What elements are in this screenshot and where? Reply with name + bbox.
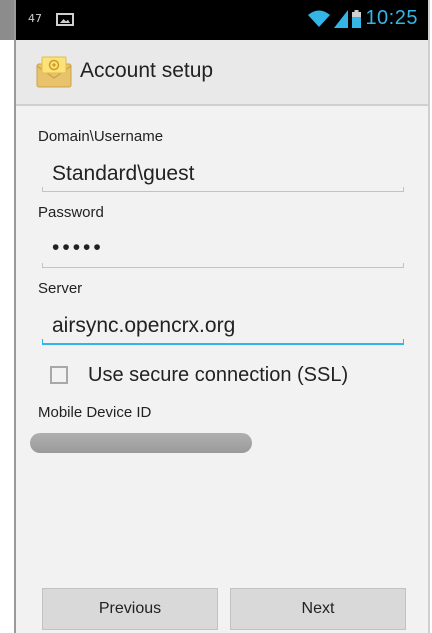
notification-count: 47 xyxy=(28,12,42,25)
left-edge-tab xyxy=(0,0,14,40)
password-field[interactable]: ••••• xyxy=(52,236,104,260)
ssl-checkbox-label[interactable]: Use secure connection (SSL) xyxy=(88,364,348,387)
battery-icon xyxy=(352,9,362,28)
mobile-device-id-redacted xyxy=(30,433,252,453)
previous-button[interactable]: Previous xyxy=(42,588,218,630)
password-underline xyxy=(42,263,404,268)
wifi-icon xyxy=(308,10,331,27)
status-bar: 47 10:25 xyxy=(16,0,428,40)
server-underline xyxy=(42,339,404,345)
mobile-device-id-label: Mobile Device ID xyxy=(38,404,152,421)
server-field[interactable]: airsync.opencrx.org xyxy=(52,314,235,338)
phone-screen: 47 10:25 Account setup Domain\Username S… xyxy=(14,0,430,633)
domain-username-field[interactable]: Standard\guest xyxy=(52,162,194,186)
email-app-icon xyxy=(36,56,72,88)
server-label: Server xyxy=(38,280,83,297)
previous-button-label: Previous xyxy=(98,600,162,617)
status-icons: 10:25 xyxy=(308,7,418,30)
signal-icon xyxy=(334,9,349,28)
domain-username-underline xyxy=(42,187,404,192)
title-bar: Account setup xyxy=(16,40,428,106)
status-time: 10:25 xyxy=(365,7,418,29)
password-label: Password xyxy=(38,204,104,221)
next-button-label: Next xyxy=(301,600,335,617)
next-button[interactable]: Next xyxy=(230,588,406,630)
page-title: Account setup xyxy=(80,59,214,82)
image-notification-icon xyxy=(56,13,74,26)
ssl-checkbox[interactable] xyxy=(50,366,68,384)
domain-username-label: Domain\Username xyxy=(38,128,164,145)
